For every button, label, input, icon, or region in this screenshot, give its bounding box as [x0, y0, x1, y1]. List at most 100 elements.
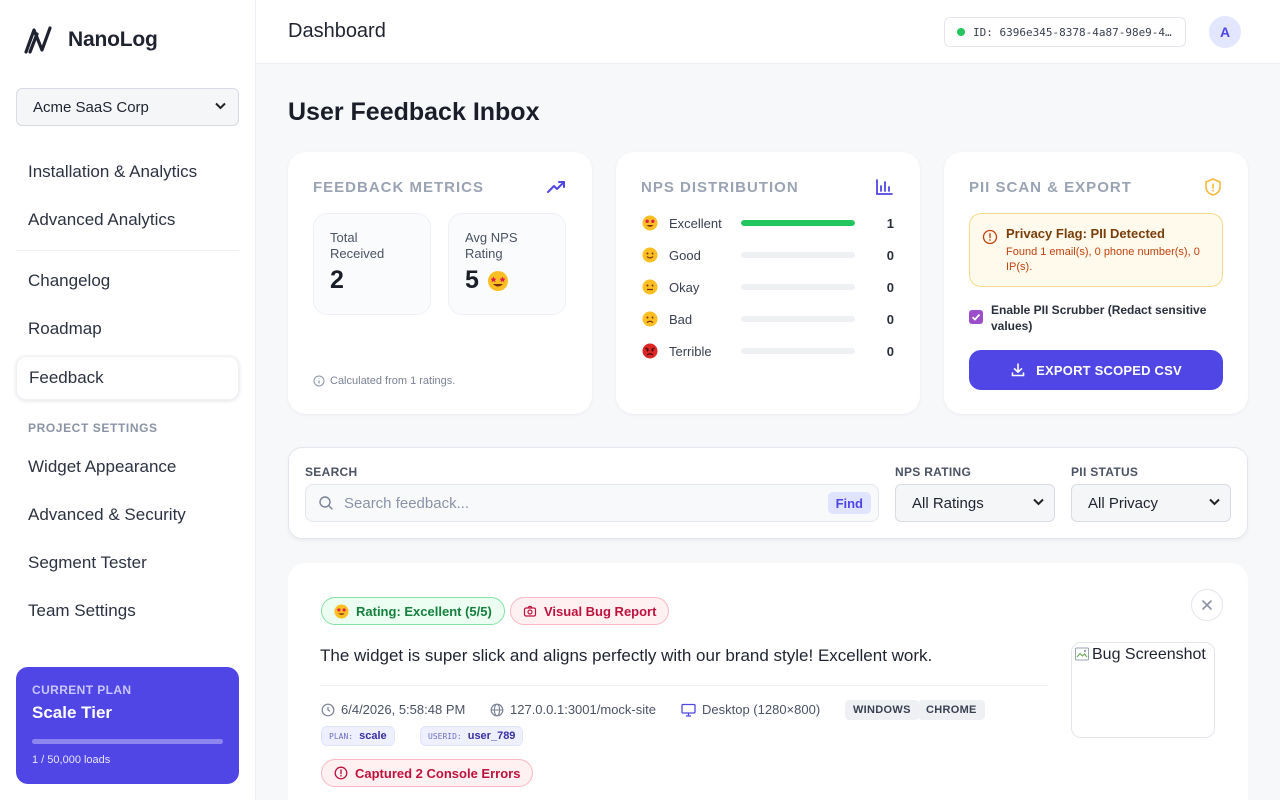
nav-divider: [16, 250, 239, 251]
avg-nps-value: 5: [465, 266, 479, 294]
org-select[interactable]: Acme SaaS Corp: [16, 88, 239, 126]
search-input[interactable]: Search feedback... Find: [305, 484, 879, 522]
alert-circle-icon: [334, 766, 348, 780]
feedback-text: The widget is super slick and aligns per…: [320, 646, 933, 665]
pii-scan-card: PII SCAN & EXPORT Privacy Flag: PII Dete…: [944, 152, 1248, 414]
nps-bar: [741, 252, 855, 258]
bug-screenshot-thumbnail[interactable]: Bug Screenshot: [1071, 642, 1215, 738]
plan-card[interactable]: CURRENT PLAN Scale Tier 1 / 50,000 loads: [16, 667, 239, 784]
nps-row-count: 0: [886, 343, 894, 359]
nps-row-count: 0: [886, 279, 894, 295]
metric-value: 5: [465, 266, 549, 295]
card-title: PII SCAN & EXPORT: [969, 179, 1132, 196]
top-bar: Dashboard ID: 6396e345-8378-4a87-98e9-4……: [256, 0, 1280, 64]
feedback-item-card: Rating: Excellent (5/5) Visual Bug Repor…: [288, 563, 1248, 800]
sidebar: NanoLog Acme SaaS Corp Installation & An…: [0, 0, 256, 800]
rating-badge-text: Rating: Excellent (5/5): [356, 603, 492, 619]
logo-icon: [24, 26, 52, 54]
nav-item-widget-appearance[interactable]: Widget Appearance: [16, 445, 239, 489]
nav-item-roadmap[interactable]: Roadmap: [16, 307, 239, 351]
nps-row-label: Okay: [669, 279, 700, 295]
feedback-device: Desktop (1280×800): [681, 702, 820, 717]
status-dot: [957, 28, 965, 36]
console-errors-button[interactable]: Captured 2 Console Errors: [321, 759, 534, 787]
find-button[interactable]: Find: [827, 492, 871, 514]
userid-tag: USERID: user_789: [420, 726, 524, 746]
pii-alert-text: Found 1 email(s), 0 phone number(s), 0 I…: [1006, 246, 1200, 273]
avatar[interactable]: A: [1209, 16, 1241, 48]
nav-item-label: Roadmap: [28, 319, 102, 338]
nps-row-label: Bad: [669, 311, 693, 327]
nav-item-team-settings[interactable]: Team Settings: [16, 589, 239, 633]
neutral-emoji-icon: [642, 279, 658, 295]
nav-item-label: Advanced Analytics: [28, 210, 176, 229]
userid-tag-key: USERID:: [428, 731, 462, 741]
metric-value: 2: [330, 266, 414, 295]
pii-scrubber-checkbox[interactable]: [969, 310, 983, 324]
nav-item-segment-tester[interactable]: Segment Tester: [16, 541, 239, 585]
metric-label: Total Received: [330, 230, 385, 261]
search-label: SEARCH: [305, 465, 358, 479]
nav-item-label: Installation & Analytics: [28, 162, 198, 181]
search-icon: [319, 496, 333, 510]
console-errors-text: Captured 2 Console Errors: [355, 765, 521, 781]
nps-row-bad: Bad 0: [642, 309, 894, 329]
nps-bar: [741, 316, 855, 322]
timestamp-text: 6/4/2026, 5:58:48 PM: [341, 702, 466, 717]
star-struck-emoji-icon: [487, 270, 508, 291]
browser-tag: CHROME: [918, 700, 985, 720]
nps-row-label: Excellent: [669, 215, 722, 231]
rating-badge: Rating: Excellent (5/5): [321, 597, 505, 625]
total-received-metric: Total Received 2: [313, 213, 431, 315]
brand[interactable]: NanoLog: [24, 26, 158, 54]
nav-item-advanced-security[interactable]: Advanced & Security: [16, 493, 239, 537]
metric-label: Avg NPS Rating: [465, 230, 518, 261]
angry-emoji-icon: [642, 343, 658, 359]
total-received-value: 2: [330, 266, 344, 294]
nps-rating-value: All Ratings: [912, 494, 984, 512]
nps-rating-select[interactable]: All Ratings: [895, 484, 1055, 522]
url-text: 127.0.0.1:3001/mock-site: [510, 702, 656, 717]
pii-scrubber-label: Enable PII Scrubber (Redact sensitive va…: [991, 303, 1207, 333]
card-title: FEEDBACK METRICS: [313, 179, 485, 196]
nav-item-label: Widget Appearance: [28, 457, 177, 476]
pii-status-label: PII STATUS: [1071, 465, 1139, 479]
shield-alert-icon: [1205, 178, 1221, 196]
filter-panel: SEARCH Search feedback... Find NPS RATIN…: [288, 447, 1248, 539]
nav-item-label: Team Settings: [28, 601, 136, 620]
nps-bar: [741, 348, 855, 354]
pii-status-select[interactable]: All Privacy: [1071, 484, 1231, 522]
feedback-divider: [320, 685, 1048, 686]
smile-emoji-icon: [642, 247, 658, 263]
feedback-timestamp: 6/4/2026, 5:58:48 PM: [321, 702, 465, 717]
nav-item-changelog[interactable]: Changelog: [16, 259, 239, 303]
footnote-text: Calculated from 1 ratings.: [330, 375, 456, 387]
export-csv-button[interactable]: EXPORT SCOPED CSV: [969, 350, 1223, 390]
info-icon: [313, 375, 325, 387]
pii-alert: Privacy Flag: PII Detected Found 1 email…: [969, 213, 1223, 287]
monitor-icon: [681, 703, 696, 717]
close-button[interactable]: [1191, 589, 1223, 621]
nps-row-label: Good: [669, 247, 701, 263]
plan-tag: PLAN: scale: [321, 726, 395, 746]
project-id-badge[interactable]: ID: 6396e345-8378-4a87-98e9-4…: [944, 17, 1186, 47]
nav-item-label: Feedback: [29, 368, 104, 387]
nav-item-feedback[interactable]: Feedback: [16, 356, 239, 400]
chevron-down-icon: [215, 101, 226, 113]
nav-item-advanced-analytics[interactable]: Advanced Analytics: [16, 198, 239, 242]
org-select-value: Acme SaaS Corp: [33, 98, 149, 116]
pii-scrubber-toggle[interactable]: Enable PII Scrubber (Redact sensitive va…: [969, 302, 1229, 334]
check-icon: [971, 313, 981, 321]
nps-row-terrible: Terrible 0: [642, 341, 894, 361]
nav-item-installation-analytics[interactable]: Installation & Analytics: [16, 150, 239, 194]
nps-rating-label: NPS RATING: [895, 465, 972, 479]
nps-bar: [741, 220, 855, 226]
download-icon: [1011, 363, 1025, 377]
plan-tag-key: PLAN:: [329, 731, 354, 741]
bar-chart-icon: [876, 179, 893, 195]
camera-icon: [523, 605, 537, 617]
metrics-footnote: Calculated from 1 ratings.: [313, 375, 455, 387]
plan-usage: 1 / 50,000 loads: [32, 754, 111, 766]
nps-row-count: 0: [886, 311, 894, 327]
device-text: Desktop (1280×800): [702, 702, 821, 717]
